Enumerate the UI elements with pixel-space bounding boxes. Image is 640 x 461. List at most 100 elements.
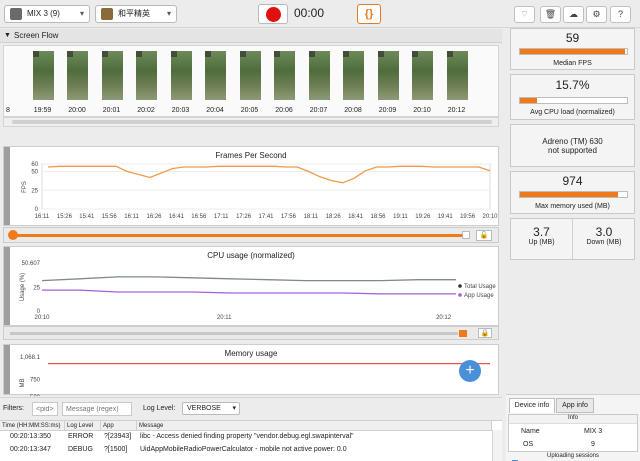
screen-flow-strip[interactable]: 8 19:59 20:00 20:01 20:02 20:03 20:04 20:05 20:0… xyxy=(3,45,499,117)
screen-thumbnail[interactable] xyxy=(170,51,192,100)
cpu-panel: CPU usage (normalized) 50.607 25 0 20:10 20:… xyxy=(3,246,499,326)
x-tick-label: 18:41 xyxy=(348,214,364,220)
tab-device-info[interactable]: Device info xyxy=(509,398,555,413)
log-level-dropdown[interactable]: VERBOSE ▾ xyxy=(182,402,240,415)
x-tick-label: 19:56 xyxy=(460,214,476,220)
y-tick-label: 0 xyxy=(35,207,39,213)
memory-panel: Memory usage 1,068.1750500MB + xyxy=(3,344,499,396)
x-tick-label: 20:11 xyxy=(217,315,232,321)
gpu-stat-card: Adreno (TM) 630 not supported xyxy=(510,124,635,167)
x-tick-label: 16:26 xyxy=(146,214,162,220)
record-icon xyxy=(266,7,281,22)
x-tick-label: 18:11 xyxy=(304,214,319,220)
info-value: 9 xyxy=(591,441,595,448)
fps-stat-label: Median FPS xyxy=(553,60,592,67)
thumbnail-time-label: 19:59 xyxy=(33,107,52,114)
y-tick-label: 1,068.1 xyxy=(20,355,41,361)
x-tick-label: 18:26 xyxy=(326,214,342,220)
screen-thumbnail[interactable] xyxy=(274,51,295,100)
col-app[interactable]: App xyxy=(101,421,137,431)
app-dropdown[interactable]: 和平精英 ▾ xyxy=(95,5,177,23)
download-label: Down (MB) xyxy=(586,239,622,246)
cpu-timeline-slider[interactable]: 🔒 xyxy=(3,326,499,340)
fps-stat-bar xyxy=(519,48,628,55)
upload-label: Up (MB) xyxy=(528,239,555,246)
info-panel: Device info App info Info Name MIX 3 OS … xyxy=(506,394,640,461)
screen-thumbnail[interactable] xyxy=(32,51,54,100)
thumbnail-time-label: 20:02 xyxy=(137,107,155,114)
trash-icon[interactable]: 🗑 xyxy=(540,6,561,23)
screen-thumbnail[interactable] xyxy=(412,51,433,100)
x-tick-label: 16:11 xyxy=(124,214,139,220)
x-tick-label: 17:56 xyxy=(281,214,297,220)
gpu-name: Adreno (TM) 630 xyxy=(542,137,603,146)
y-tick-label: 50.607 xyxy=(22,261,41,267)
memory-chart: 1,068.1 750 500 MB xyxy=(20,355,490,396)
col-time[interactable]: Time (HH:MM:SS:ms) xyxy=(0,421,65,431)
unlock-icon[interactable]: 🔓 xyxy=(476,230,492,241)
screen-flow-scrollbar[interactable] xyxy=(3,117,499,127)
upload-status: Uploading sessions xyxy=(546,453,600,459)
settings-icon[interactable]: ⚙ xyxy=(586,6,607,23)
x-tick-label: 17:41 xyxy=(258,214,274,220)
toolbar: MIX 3 (9) ▾ 和平精英 ▾ 00:00 {} ⌔ 🗑 ☁ ⚙ ? xyxy=(0,0,640,28)
slider-handle[interactable] xyxy=(459,330,467,337)
add-marker-button[interactable]: + xyxy=(459,360,481,382)
thumbnail-time-label: 20:06 xyxy=(275,107,293,114)
pid-filter-input[interactable] xyxy=(32,402,58,416)
lock-icon[interactable]: 🔒 xyxy=(478,328,492,338)
app-usage-line xyxy=(42,289,456,295)
screen-thumbnail[interactable] xyxy=(205,51,226,100)
cloud-upload-icon[interactable]: ☁ xyxy=(563,6,584,23)
screen-thumbnail[interactable] xyxy=(136,51,157,100)
col-level[interactable]: Log Level xyxy=(65,421,101,431)
x-tick-label: 20:12 xyxy=(436,315,452,321)
app-icon xyxy=(101,8,113,20)
x-tick-label: 20:10 xyxy=(482,214,498,220)
x-tick-label: 17:26 xyxy=(236,214,252,220)
tab-app-info[interactable]: App info xyxy=(556,398,594,413)
screen-thumbnail[interactable] xyxy=(308,51,330,100)
screen-thumbnail[interactable] xyxy=(446,51,468,100)
help-icon[interactable]: ? xyxy=(610,6,631,23)
cpu-chart: 50.60725020:10 20:11 20:12Usage (%) Total U… xyxy=(20,261,496,321)
screen-thumbnail[interactable] xyxy=(239,51,261,100)
screen-flow-header[interactable]: ▼ Screen Flow xyxy=(0,29,502,43)
filters-label: Filters: xyxy=(3,405,24,412)
thumbnail-time-label: 20:08 xyxy=(344,107,362,114)
thumbnail-time-label: 20:05 xyxy=(240,107,259,114)
x-tick-label: 16:56 xyxy=(191,214,207,220)
thumbnail-time-label: 20:01 xyxy=(102,107,121,114)
cpu-stat-bar xyxy=(519,97,628,104)
fps-timeline-slider[interactable]: 🔓 xyxy=(3,227,499,243)
chevron-down-icon: ▾ xyxy=(232,405,236,412)
slider-handle[interactable] xyxy=(8,230,18,240)
device-dropdown[interactable]: MIX 3 (9) ▾ xyxy=(4,5,90,23)
col-message[interactable]: Message xyxy=(137,421,492,431)
thumbnail-time-label: 8 xyxy=(6,107,10,114)
android-icon xyxy=(10,8,22,20)
message-filter-input[interactable] xyxy=(62,402,132,416)
y-tick-label: 25 xyxy=(31,188,38,194)
download-value: 3.0 xyxy=(595,225,613,239)
x-tick-label: 15:41 xyxy=(79,214,95,220)
info-key: Name xyxy=(521,428,540,435)
wifi-icon[interactable]: ⌔ xyxy=(514,6,535,23)
x-tick-label: 15:56 xyxy=(102,214,118,220)
log-filter-bar: Filters: Log Level: VERBOSE ▾ xyxy=(0,397,502,419)
screen-thumbnail[interactable] xyxy=(377,51,399,100)
thumbnail-time-label: 20:10 xyxy=(413,107,431,114)
scrollbar-thumb[interactable] xyxy=(12,120,492,124)
y-tick-label: 750 xyxy=(30,377,41,383)
json-button[interactable]: {} xyxy=(357,4,381,24)
cpu-stat-card: 15.7% Avg CPU load (normalized) xyxy=(510,74,635,120)
screen-thumbnail[interactable] xyxy=(101,51,123,100)
chevron-down-icon: ▾ xyxy=(166,9,171,18)
x-tick-label: 20:10 xyxy=(34,315,50,321)
screen-thumbnail[interactable] xyxy=(67,51,88,100)
record-button[interactable] xyxy=(258,4,288,24)
log-scrollbar[interactable] xyxy=(492,430,502,461)
x-tick-label: 18:56 xyxy=(370,214,386,220)
screen-thumbnail[interactable] xyxy=(343,51,364,100)
memory-stat-label: Max memory used (MB) xyxy=(535,203,610,210)
